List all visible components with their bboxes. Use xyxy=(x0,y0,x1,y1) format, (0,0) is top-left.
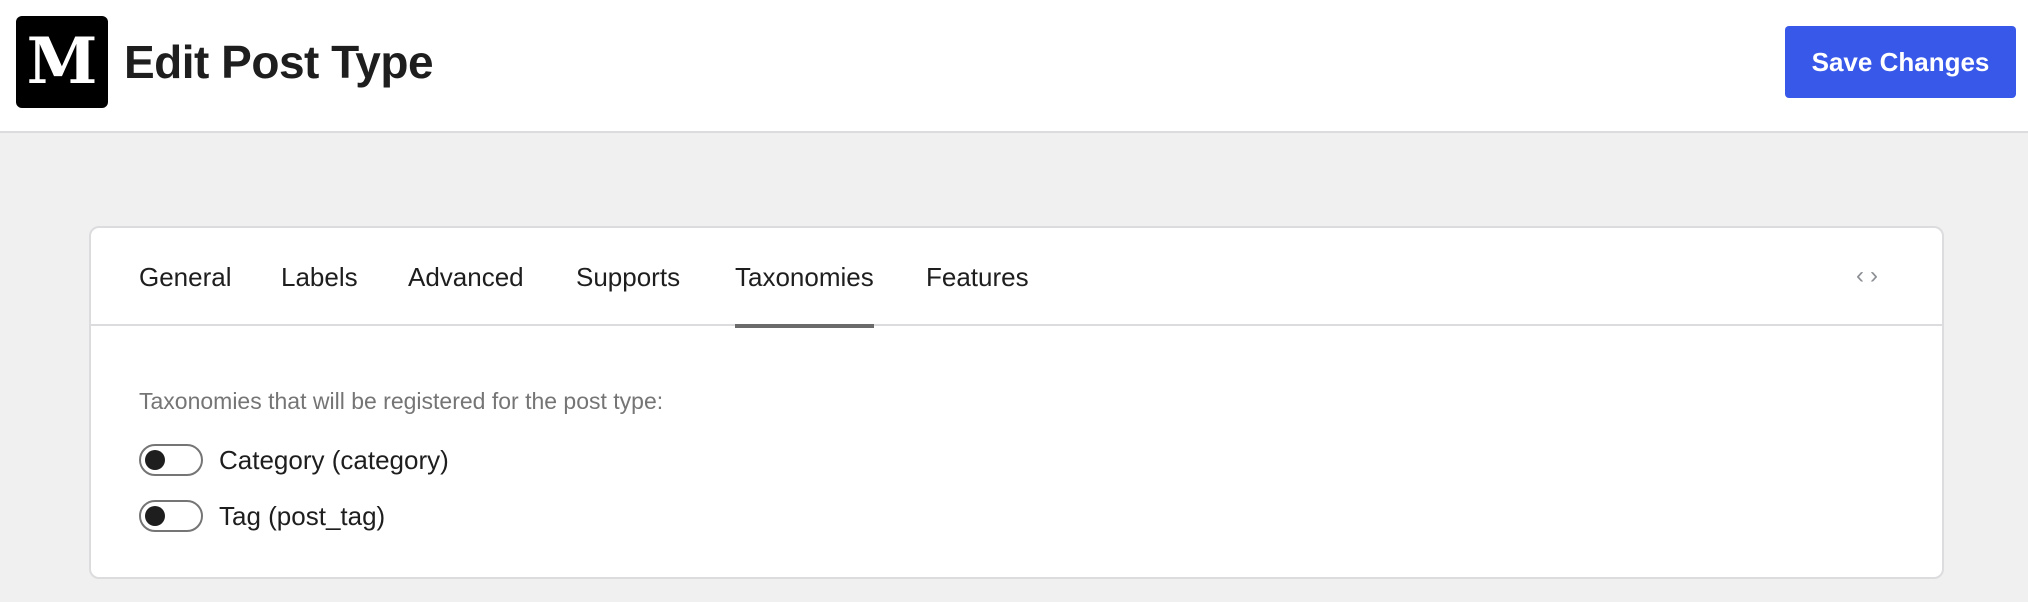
tab-bar: General Labels Advanced Supports Taxonom… xyxy=(91,228,1942,328)
settings-card: General Labels Advanced Supports Taxonom… xyxy=(89,226,1944,579)
tab-supports[interactable]: Supports xyxy=(576,228,680,326)
tab-labels[interactable]: Labels xyxy=(281,228,358,326)
category-toggle-label: Category (category) xyxy=(219,444,449,475)
chevron-left-icon[interactable]: ‹ xyxy=(1856,262,1864,290)
page-title: Edit Post Type xyxy=(124,36,434,88)
toggle-knob xyxy=(145,506,165,526)
tab-advanced[interactable]: Advanced xyxy=(408,228,524,326)
tag-toggle-label: Tag (post_tag) xyxy=(219,500,386,531)
taxonomies-description: Taxonomies that will be registered for t… xyxy=(139,388,664,414)
category-toggle[interactable] xyxy=(139,444,203,476)
chevron-right-icon[interactable]: › xyxy=(1870,262,1878,290)
tag-toggle[interactable] xyxy=(139,500,203,532)
tab-general[interactable]: General xyxy=(139,228,232,326)
taxonomy-toggle-row-category: Category (category) xyxy=(139,443,449,477)
toggle-knob xyxy=(145,450,165,470)
logo-letter: M xyxy=(26,24,98,99)
m-logo-icon: M xyxy=(16,16,108,108)
tab-scroll-arrows: ‹ › xyxy=(1856,256,1878,296)
top-bar: M Edit Post Type Save Changes xyxy=(0,0,2028,133)
save-changes-button[interactable]: Save Changes xyxy=(1785,26,2016,98)
tab-taxonomies[interactable]: Taxonomies xyxy=(735,228,874,328)
tab-features[interactable]: Features xyxy=(926,228,1029,326)
taxonomy-toggle-row-tag: Tag (post_tag) xyxy=(139,499,385,533)
